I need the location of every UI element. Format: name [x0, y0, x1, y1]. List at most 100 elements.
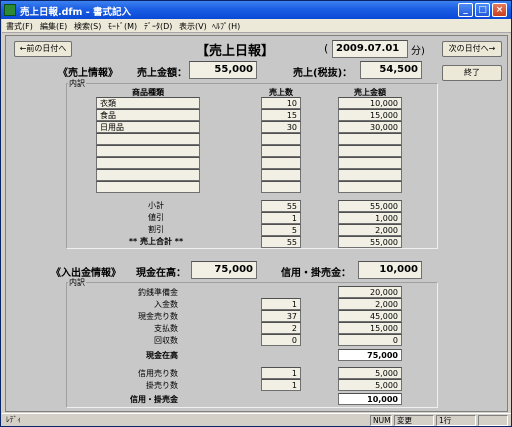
summary-label: 小計: [148, 201, 164, 210]
status-mode: 変更: [394, 415, 434, 426]
item-amount-field[interactable]: 10,000: [338, 97, 402, 109]
summary-amount-field: 1,000: [338, 212, 402, 224]
prev-date-button[interactable]: ←前の日付へ: [14, 41, 72, 57]
summary-qty-field: 1: [261, 212, 301, 224]
item-name-field[interactable]: 日用品: [96, 121, 200, 133]
cash-amount-field[interactable]: 45,000: [338, 310, 402, 322]
date-close-paren: 分): [411, 46, 425, 57]
sales-tax-label: 売上(税抜)：: [293, 68, 353, 79]
sales-amount-field[interactable]: 55,000: [189, 61, 257, 79]
menu-search[interactable]: 検索(S): [74, 21, 101, 32]
cash-row-label: 現金売り数: [138, 312, 178, 321]
cash-row-label: 掛売り数: [146, 381, 178, 390]
credit-label: 信用・掛売金：: [281, 268, 351, 279]
summary-amount-field: 55,000: [338, 200, 402, 212]
summary-amount-field: 55,000: [338, 236, 402, 248]
item-name-field[interactable]: [96, 181, 200, 193]
item-name-field[interactable]: 衣類: [96, 97, 200, 109]
cash-qty-field[interactable]: 1: [261, 367, 301, 379]
title-bar[interactable]: 売上日報.dfm - 書式記入 _ □ ×: [1, 1, 511, 19]
sales-breakdown-label: 内訳: [68, 78, 86, 89]
cash-row-label: 信用・掛売金: [130, 395, 178, 404]
summary-qty-field: 5: [261, 224, 301, 236]
status-num: NUM: [370, 415, 392, 426]
credit-amount-field[interactable]: 10,000: [358, 261, 422, 279]
cash-section-label: 《入出金情報》: [51, 268, 121, 279]
item-amount-field[interactable]: [338, 157, 402, 169]
summary-qty-field: 55: [261, 200, 301, 212]
maximize-button[interactable]: □: [475, 3, 490, 17]
item-amount-field[interactable]: [338, 145, 402, 157]
item-amount-field[interactable]: [338, 133, 402, 145]
item-qty-field[interactable]: [261, 157, 301, 169]
menu-view[interactable]: 表示(V): [179, 21, 207, 32]
cash-qty-field[interactable]: 1: [261, 379, 301, 391]
cash-row-label: 現金在高: [146, 351, 178, 360]
summary-label: ** 売上合計 **: [128, 237, 184, 246]
status-line: 1行: [436, 415, 476, 426]
item-qty-field[interactable]: 15: [261, 109, 301, 121]
item-amount-field[interactable]: [338, 181, 402, 193]
close-button[interactable]: ×: [492, 3, 507, 17]
sales-section-label: 《売上情報》: [58, 68, 118, 79]
cash-qty-field[interactable]: 0: [261, 334, 301, 346]
cash-amount-field[interactable]: 20,000: [338, 286, 402, 298]
window-title: 売上日報.dfm - 書式記入: [20, 7, 131, 18]
summary-amount-field: 2,000: [338, 224, 402, 236]
cash-qty-field[interactable]: 2: [261, 322, 301, 334]
cash-row-label: 信用売り数: [138, 369, 178, 378]
form-area: ←前の日付へ 【売上日報】 ( 2009.07.01 分) 次の日付へ→ 終了 …: [5, 35, 508, 412]
cash-amount-label: 現金在高：: [136, 268, 186, 279]
page-title: 【売上日報】: [196, 44, 275, 59]
menu-format[interactable]: 書式(F): [6, 21, 33, 32]
cash-amount-field: 75,000: [338, 349, 402, 361]
menu-mode[interactable]: ﾓｰﾄﾞ(M): [108, 21, 137, 32]
cash-row-label: 釣銭準備金: [138, 288, 178, 297]
date-open-paren: (: [324, 42, 329, 55]
cash-amount-field[interactable]: 2,000: [338, 298, 402, 310]
item-amount-field[interactable]: [338, 169, 402, 181]
cash-amount-field[interactable]: 75,000: [191, 261, 257, 279]
menu-bar: 書式(F) 編集(E) 検索(S) ﾓｰﾄﾞ(M) ﾃﾞｰﾀ(D) 表示(V) …: [2, 19, 511, 33]
summary-qty-field: 55: [261, 236, 301, 248]
item-qty-field[interactable]: 30: [261, 121, 301, 133]
cash-row-label: 回収数: [154, 336, 178, 345]
menu-help[interactable]: ﾍﾙﾌﾟ(H): [212, 21, 240, 32]
status-bar: ﾚﾃﾞｨ NUM 変更 1行: [2, 413, 511, 426]
item-name-field[interactable]: [96, 157, 200, 169]
menu-edit[interactable]: 編集(E): [40, 21, 67, 32]
cash-qty-field[interactable]: 1: [261, 298, 301, 310]
summary-label: 値引: [148, 213, 164, 222]
cash-amount-field[interactable]: 0: [338, 334, 402, 346]
item-qty-field[interactable]: [261, 133, 301, 145]
cash-row-label: 入金数: [154, 300, 178, 309]
cash-qty-field[interactable]: 37: [261, 310, 301, 322]
item-qty-field[interactable]: [261, 181, 301, 193]
cash-amount-field[interactable]: 15,000: [338, 322, 402, 334]
minimize-button[interactable]: _: [458, 3, 473, 17]
exit-button[interactable]: 終了: [442, 65, 502, 81]
item-name-field[interactable]: [96, 169, 200, 181]
item-name-field[interactable]: 食品: [96, 109, 200, 121]
menu-data[interactable]: ﾃﾞｰﾀ(D): [144, 21, 172, 32]
item-amount-field[interactable]: 15,000: [338, 109, 402, 121]
cash-amount-field[interactable]: 5,000: [338, 367, 402, 379]
item-name-field[interactable]: [96, 133, 200, 145]
status-ready: ﾚﾃﾞｨ: [6, 415, 21, 424]
item-qty-field[interactable]: 10: [261, 97, 301, 109]
sales-amount-label: 売上金額：: [137, 68, 187, 79]
cash-row-label: 支払数: [154, 324, 178, 333]
item-amount-field[interactable]: 30,000: [338, 121, 402, 133]
next-date-button[interactable]: 次の日付へ→: [442, 41, 502, 57]
app-icon: [4, 4, 16, 16]
sales-tax-field[interactable]: 54,500: [360, 61, 422, 79]
app-window: 売上日報.dfm - 書式記入 _ □ × 書式(F) 編集(E) 検索(S) …: [0, 0, 512, 427]
item-name-field[interactable]: [96, 145, 200, 157]
item-qty-field[interactable]: [261, 145, 301, 157]
cash-amount-field[interactable]: 5,000: [338, 379, 402, 391]
cash-amount-field: 10,000: [338, 393, 402, 405]
status-extra: [478, 415, 508, 426]
summary-label: 割引: [148, 225, 164, 234]
date-field[interactable]: 2009.07.01: [332, 40, 408, 58]
item-qty-field[interactable]: [261, 169, 301, 181]
